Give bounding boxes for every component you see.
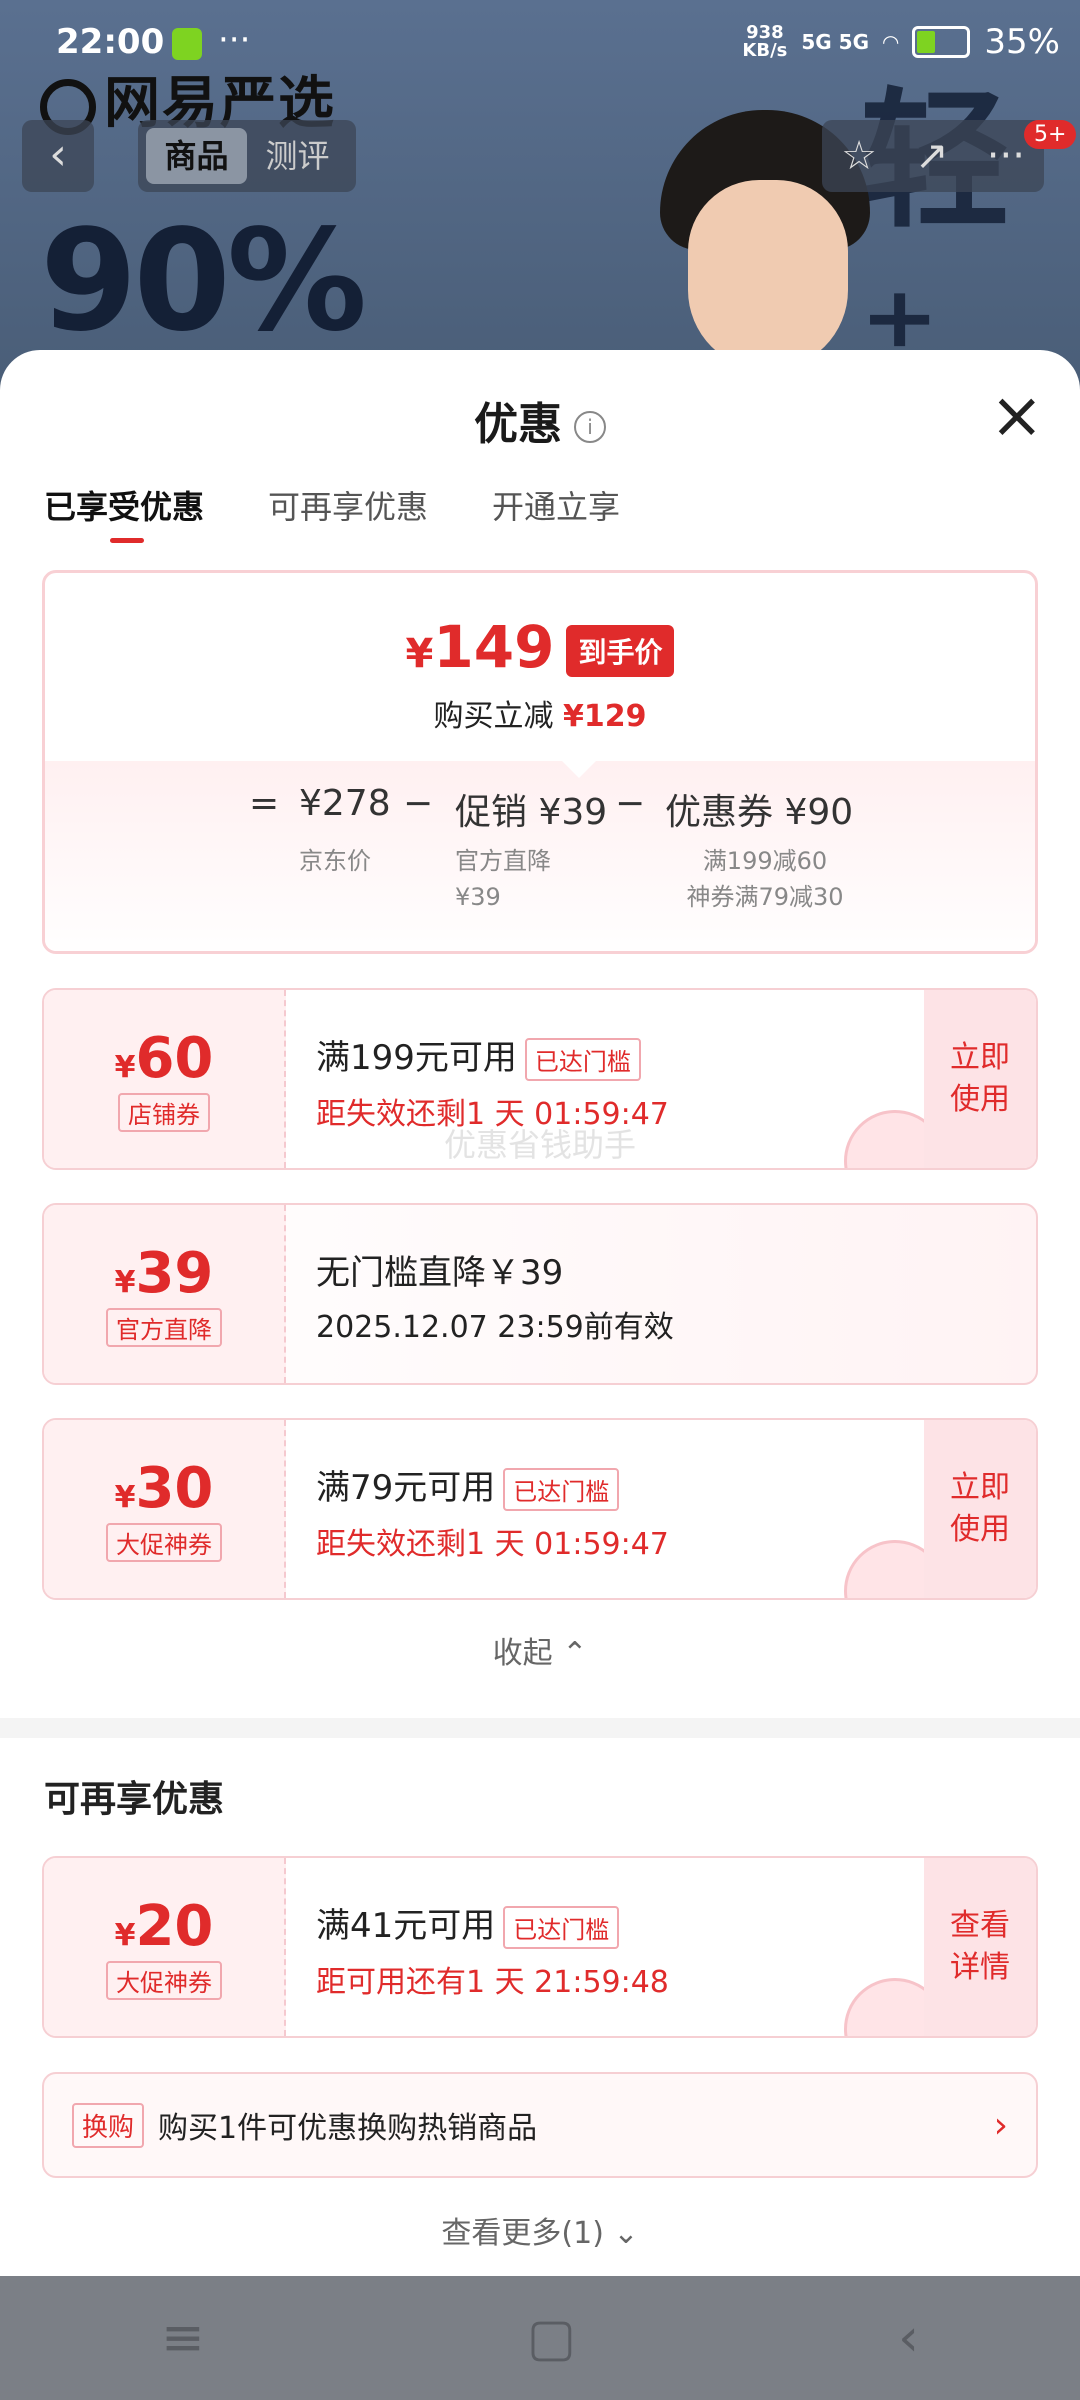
tab-enjoyed[interactable]: 已享受优惠 [44, 482, 204, 543]
coupon-condition: 满199元可用 已达门槛 [316, 1030, 669, 1081]
minus-sign: − [403, 783, 434, 824]
favorite-star-icon[interactable]: ☆ [841, 133, 877, 179]
network-speed: 938 KB/s [742, 22, 788, 61]
minus-sign-2: − [615, 783, 646, 824]
menu-icon[interactable]: ≡ [161, 2308, 205, 2368]
more-notifications-icon: ··· [218, 20, 251, 60]
coupon-condition: 满79元可用 已达门槛 [316, 1460, 669, 1511]
back-icon[interactable]: ‹ [898, 2308, 919, 2368]
exchange-text: 购买1件可优惠换购热销商品 [158, 2111, 538, 2146]
chevron-right-icon: › [993, 2104, 1008, 2146]
section-divider [0, 1718, 1080, 1738]
tab-review[interactable]: 测评 [247, 128, 348, 184]
sheet-title: 优惠 i [0, 388, 1080, 452]
exchange-offer-row[interactable]: 换购 购买1件可优惠换购热销商品 › [42, 2072, 1038, 2178]
jd-price-label: 京东价 [299, 847, 371, 875]
top-actions: ☆ ↗ ··· [822, 120, 1044, 192]
coupon-value: ¥30 大促神券 [44, 1420, 286, 1598]
coupon-detail: 满199减60 神券满79减30 [686, 847, 844, 911]
coupon-amount: 优惠券 ¥90 [665, 792, 854, 833]
close-icon[interactable]: × [990, 384, 1044, 448]
coupon-value: ¥39 官方直降 [44, 1205, 286, 1383]
watermark: 优惠省钱助手 [443, 1126, 636, 1164]
home-icon[interactable]: ▢ [527, 2308, 576, 2368]
discount-sheet: 优惠 i × 已享受优惠 可再享优惠 开通立享 ¥149 到手价 购买立减 ¥129… [0, 350, 1080, 2276]
coupon-condition: 无门槛直降￥39 [316, 1253, 564, 1293]
instant-discount: 购买立减 ¥129 [433, 699, 647, 734]
status-bar: 22:00 ··· 938 KB/s 5G 5G ◠ 35% [0, 0, 1080, 90]
charging-icon [172, 28, 202, 60]
coupon-type: 官方直降 [106, 1308, 222, 1347]
battery-icon [912, 26, 971, 58]
hero-text: 90% [40, 200, 367, 363]
coupon-countdown: 距可用还有1 天 21:59:48 [316, 1965, 669, 2000]
view-details-button[interactable]: 查看 详情 [924, 1858, 1036, 2036]
more-icon[interactable]: ··· [987, 133, 1025, 179]
threshold-badge: 已达门槛 [503, 1906, 620, 1949]
coupon-condition: 满41元可用 已达门槛 [316, 1898, 669, 1949]
section-title: 可再享优惠 [44, 1779, 225, 1820]
info-icon[interactable]: i [574, 411, 606, 443]
clock: 22:00 [56, 22, 165, 62]
hero-light-text: 轻⁺ [860, 75, 1010, 380]
message-badge: 5+ [1024, 120, 1077, 149]
final-price-tag: 到手价 [566, 624, 675, 677]
system-nav-bar: ≡ ▢ ‹ [0, 2276, 1080, 2400]
jd-price: ¥278 [299, 783, 391, 824]
coupon-value: ¥20 大促神券 [44, 1858, 286, 2036]
tab-product[interactable]: 商品 [146, 128, 247, 184]
signal-icon: 5G 5G [801, 30, 870, 54]
share-icon[interactable]: ↗ [915, 133, 949, 179]
coupon-card: ¥39 官方直降 无门槛直降￥39 2025.12.07 23:59前有效 [42, 1203, 1038, 1385]
exchange-tag: 换购 [72, 2102, 145, 2148]
coupon-expiry: 距失效还剩1 天 01:59:47 [316, 1527, 669, 1562]
product-review-switch: 商品 测评 [138, 120, 356, 192]
equals-sign: = [249, 783, 280, 824]
coupon-expiry: 2025.12.07 23:59前有效 [316, 1310, 674, 1345]
final-price: ¥149 到手价 [45, 613, 1035, 681]
threshold-badge: 已达门槛 [524, 1038, 641, 1081]
discount-tabs: 已享受优惠 可再享优惠 开通立享 [44, 482, 620, 543]
coupon-card: ¥30 大促神券 满79元可用 已达门槛 距失效还剩1 天 01:59:47 立即… [42, 1418, 1038, 1600]
view-more-button[interactable]: 查看更多(1) ⌄ [0, 2208, 1080, 2252]
promo-detail: 官方直降 ¥39 [455, 847, 551, 911]
coupon-card: ¥20 大促神券 满41元可用 已达门槛 距可用还有1 天 21:59:48 查看… [42, 1856, 1038, 2038]
tab-more-available[interactable]: 可再享优惠 [268, 482, 428, 528]
tab-activate[interactable]: 开通立享 [492, 482, 620, 528]
price-summary: ¥149 到手价 购买立减 ¥129 = ¥278 − 促销 ¥39 − 优惠券 … [42, 570, 1038, 954]
collapse-button[interactable]: 收起 ⌃ [0, 1628, 1080, 1672]
threshold-badge: 已达门槛 [503, 1468, 620, 1511]
battery-level: 35% [984, 22, 1060, 62]
promo-amount: 促销 ¥39 [455, 792, 608, 833]
coupon-type: 大促神券 [106, 1523, 222, 1562]
back-button[interactable]: ‹ [22, 120, 94, 192]
wifi-icon: ◠ [883, 30, 899, 54]
use-now-button[interactable]: 立即 使用 [924, 1420, 1036, 1598]
coupon-type: 大促神券 [106, 1961, 222, 2000]
